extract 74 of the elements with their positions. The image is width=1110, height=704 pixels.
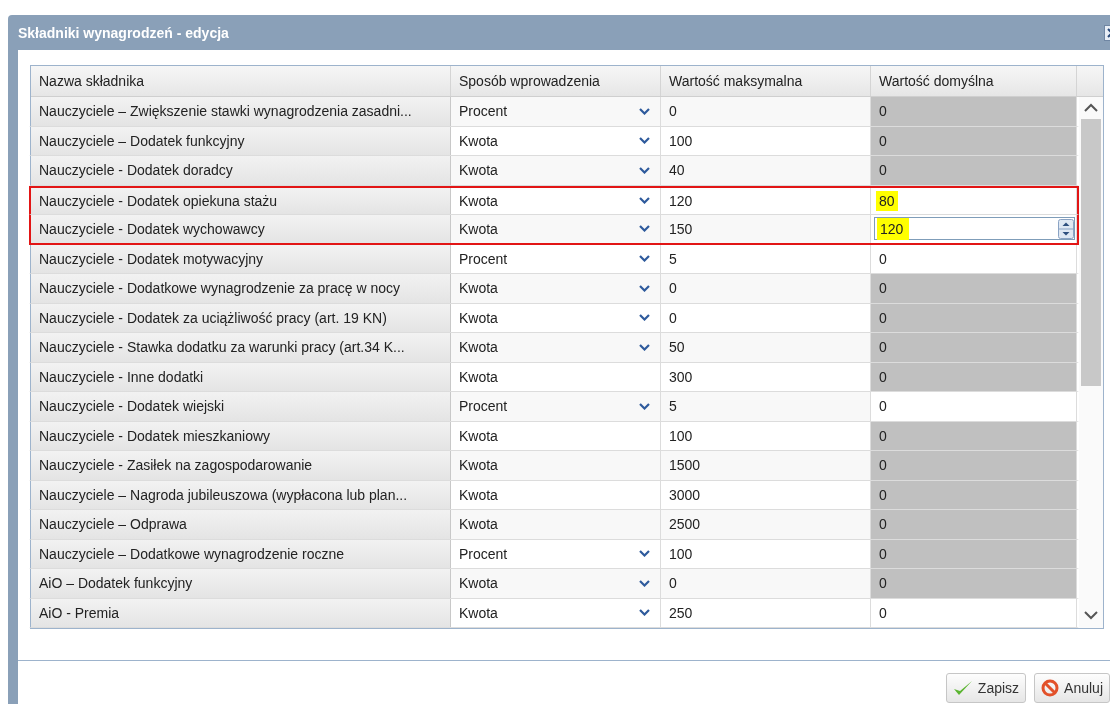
chevron-up-icon[interactable] bbox=[1083, 103, 1099, 113]
chevron-down-icon bbox=[639, 579, 650, 587]
table-cell: Nauczyciele - Dodatkowe wynagrodzenie za pracę w nocy bbox=[31, 274, 451, 303]
table-cell: 150 bbox=[661, 215, 871, 243]
number-field[interactable]: 120 bbox=[874, 217, 1075, 241]
table-cell-text: 0 bbox=[878, 485, 888, 505]
method-dropdown[interactable]: Procent bbox=[451, 392, 661, 421]
table-cell-text: 0 bbox=[878, 338, 888, 358]
table-cell: 40 bbox=[661, 156, 871, 185]
table-cell: Nauczyciele - Dodatek mieszkaniowy bbox=[31, 421, 451, 450]
table-cell: 0 bbox=[661, 569, 871, 598]
table-cell-text: 0 bbox=[878, 574, 888, 594]
chevron-down-icon bbox=[639, 314, 650, 322]
method-dropdown[interactable]: Kwota bbox=[451, 215, 661, 243]
window-title: Składniki wynagrodzeń - edycja bbox=[18, 24, 229, 41]
table-cell-text: 0 bbox=[878, 544, 888, 564]
checkmark-icon bbox=[952, 679, 973, 697]
table-cell: 0 bbox=[661, 274, 871, 303]
column-header[interactable]: Wartość domyślna bbox=[871, 66, 1077, 96]
table-cell: Kwota bbox=[451, 510, 661, 539]
table-cell: AiO – Dodatek funkcyjny bbox=[31, 569, 451, 598]
chevron-down-icon bbox=[639, 343, 650, 351]
chevron-down-icon bbox=[639, 255, 650, 263]
table-cell: Nauczyciele - Dodatek wiejski bbox=[31, 392, 451, 421]
table-cell-text: 0 bbox=[878, 515, 888, 535]
table-cell: 50 bbox=[661, 333, 871, 362]
prohibited-icon bbox=[1041, 679, 1060, 697]
column-header[interactable]: Nazwa składnika bbox=[31, 66, 451, 96]
table-cell-text: 0 bbox=[878, 456, 888, 476]
table-cell-text: 0 bbox=[878, 603, 888, 623]
table-cell: Nauczyciele – Nagroda jubileuszowa (wypłacona lub plan... bbox=[31, 480, 451, 509]
chevron-down-icon bbox=[639, 284, 650, 292]
column-header[interactable]: Sposób wprowadzenia bbox=[451, 66, 661, 96]
table-cell: Nauczyciele – Odprawa bbox=[31, 510, 451, 539]
table-cell: Kwota bbox=[451, 451, 661, 480]
table-cell-text: 0 bbox=[878, 397, 888, 417]
table-cell: 1500 bbox=[661, 451, 871, 480]
table-cell-text: 0 bbox=[878, 426, 888, 446]
table-cell: Nauczyciele – Zwiększenie stawki wynagrodzenia zasadni... bbox=[31, 97, 451, 126]
table-cell: 2500 bbox=[661, 510, 871, 539]
table-cell: 80 bbox=[876, 190, 898, 211]
spinner-icon[interactable] bbox=[1058, 218, 1074, 239]
chevron-down-icon bbox=[639, 197, 650, 205]
column-header[interactable]: Wartość maksymalna bbox=[661, 66, 871, 96]
table-cell-text: 0 bbox=[878, 131, 888, 151]
table-cell-text: 0 bbox=[878, 161, 888, 181]
chevron-down-icon bbox=[639, 609, 650, 617]
chevron-down-icon bbox=[639, 107, 650, 115]
chevron-down-icon bbox=[639, 550, 650, 558]
table-cell: Nauczyciele - Dodatek opiekuna stażu bbox=[31, 187, 451, 214]
table-cell: 0 bbox=[661, 97, 871, 126]
chevron-down-icon bbox=[639, 137, 650, 145]
table-cell: 5 bbox=[661, 392, 871, 421]
chevron-down-icon bbox=[639, 166, 650, 174]
chevron-down-icon bbox=[639, 225, 650, 233]
table-cell: Nauczyciele - Dodatek doradcy bbox=[31, 156, 451, 185]
table-cell: Nauczyciele - Dodatek za uciążliwość pracy (art. 19 KN) bbox=[31, 303, 451, 332]
table-cell-text: 0 bbox=[878, 279, 888, 299]
table-cell: Nauczyciele - Zasiłek na zagospodarowanie bbox=[31, 451, 451, 480]
chevron-down-icon bbox=[639, 402, 650, 410]
table-cell: Nauczyciele - Stawka dodatku za warunki pracy (art.34 K... bbox=[31, 333, 451, 362]
table-cell: Nauczyciele - Dodatek wychowawcy bbox=[31, 215, 451, 243]
table-cell: Nauczyciele - Dodatek motywacyjny bbox=[31, 244, 451, 273]
cancel-button[interactable]: Anuluj bbox=[1034, 673, 1110, 703]
table-cell-text: 0 bbox=[878, 102, 888, 122]
save-button[interactable]: Zapisz bbox=[945, 673, 1027, 703]
table-cell: Nauczyciele – Dodatkowe wynagrodzenie roczne bbox=[31, 539, 451, 568]
table-cell: Nauczyciele – Dodatek funkcyjny bbox=[31, 126, 451, 155]
table-cell: AiO - Premia bbox=[31, 598, 451, 627]
table-cell-text: 0 bbox=[878, 367, 888, 387]
table-cell-text: 0 bbox=[878, 308, 888, 328]
table-cell: Nauczyciele - Inne dodatki bbox=[31, 362, 451, 391]
table-cell-text: 0 bbox=[878, 249, 888, 269]
chevron-down-icon[interactable] bbox=[1083, 610, 1099, 620]
